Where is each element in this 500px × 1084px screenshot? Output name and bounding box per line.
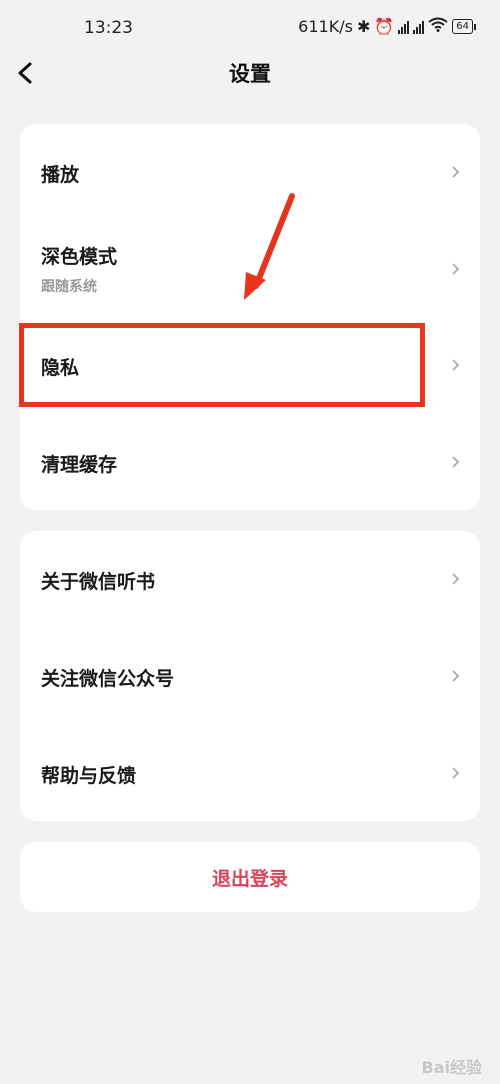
network-speed: 611K/s bbox=[298, 17, 353, 36]
chevron-right-icon bbox=[452, 767, 460, 779]
settings-item-label: 播放 bbox=[41, 164, 80, 186]
alarm-icon: ⏰ bbox=[374, 17, 395, 36]
page-title: 设置 bbox=[229, 62, 271, 86]
settings-group-1: 播放 深色模式 跟随系统 隐私 清理缓存 bbox=[20, 124, 480, 510]
logout-button[interactable]: 退出登录 bbox=[20, 864, 480, 891]
status-time: 13:23 bbox=[84, 18, 133, 38]
settings-item-label: 帮助与反馈 bbox=[41, 765, 137, 787]
settings-item-feedback[interactable]: 帮助与反馈 bbox=[20, 725, 480, 821]
logout-card: 退出登录 bbox=[20, 842, 480, 912]
chevron-right-icon bbox=[452, 456, 460, 468]
status-icons: 611K/s ✱ ⏰ 64 bbox=[298, 17, 476, 36]
watermark: Bai经验 bbox=[421, 1058, 482, 1077]
settings-item-label: 关于微信听书 bbox=[41, 571, 156, 593]
nav-header: 设置 bbox=[0, 48, 500, 98]
signal-icon bbox=[398, 20, 410, 34]
chevron-right-icon bbox=[452, 263, 460, 275]
battery-icon: 64 bbox=[452, 19, 476, 34]
bluetooth-icon: ✱ bbox=[356, 17, 371, 36]
status-bar: 13:23 611K/s ✱ ⏰ 64 bbox=[0, 0, 500, 54]
settings-group-2: 关于微信听书 关注微信公众号 帮助与反馈 bbox=[20, 531, 480, 821]
annotation-highlight-box bbox=[19, 323, 425, 407]
settings-item-about[interactable]: 关于微信听书 bbox=[20, 531, 480, 627]
settings-item-follow-account[interactable]: 关注微信公众号 bbox=[20, 628, 480, 724]
chevron-right-icon bbox=[452, 166, 460, 178]
chevron-right-icon bbox=[452, 670, 460, 682]
settings-item-sublabel: 跟随系统 bbox=[41, 279, 97, 295]
signal-icon-2 bbox=[413, 20, 425, 34]
annotation-arrow-icon bbox=[244, 193, 295, 300]
settings-item-label: 关注微信公众号 bbox=[41, 668, 175, 690]
settings-item-clear-cache[interactable]: 清理缓存 bbox=[20, 414, 480, 510]
settings-item-label: 清理缓存 bbox=[41, 454, 118, 476]
wifi-icon bbox=[428, 17, 448, 36]
chevron-right-icon bbox=[452, 359, 460, 371]
chevron-right-icon bbox=[452, 573, 460, 585]
settings-item-label: 深色模式 bbox=[41, 246, 118, 268]
